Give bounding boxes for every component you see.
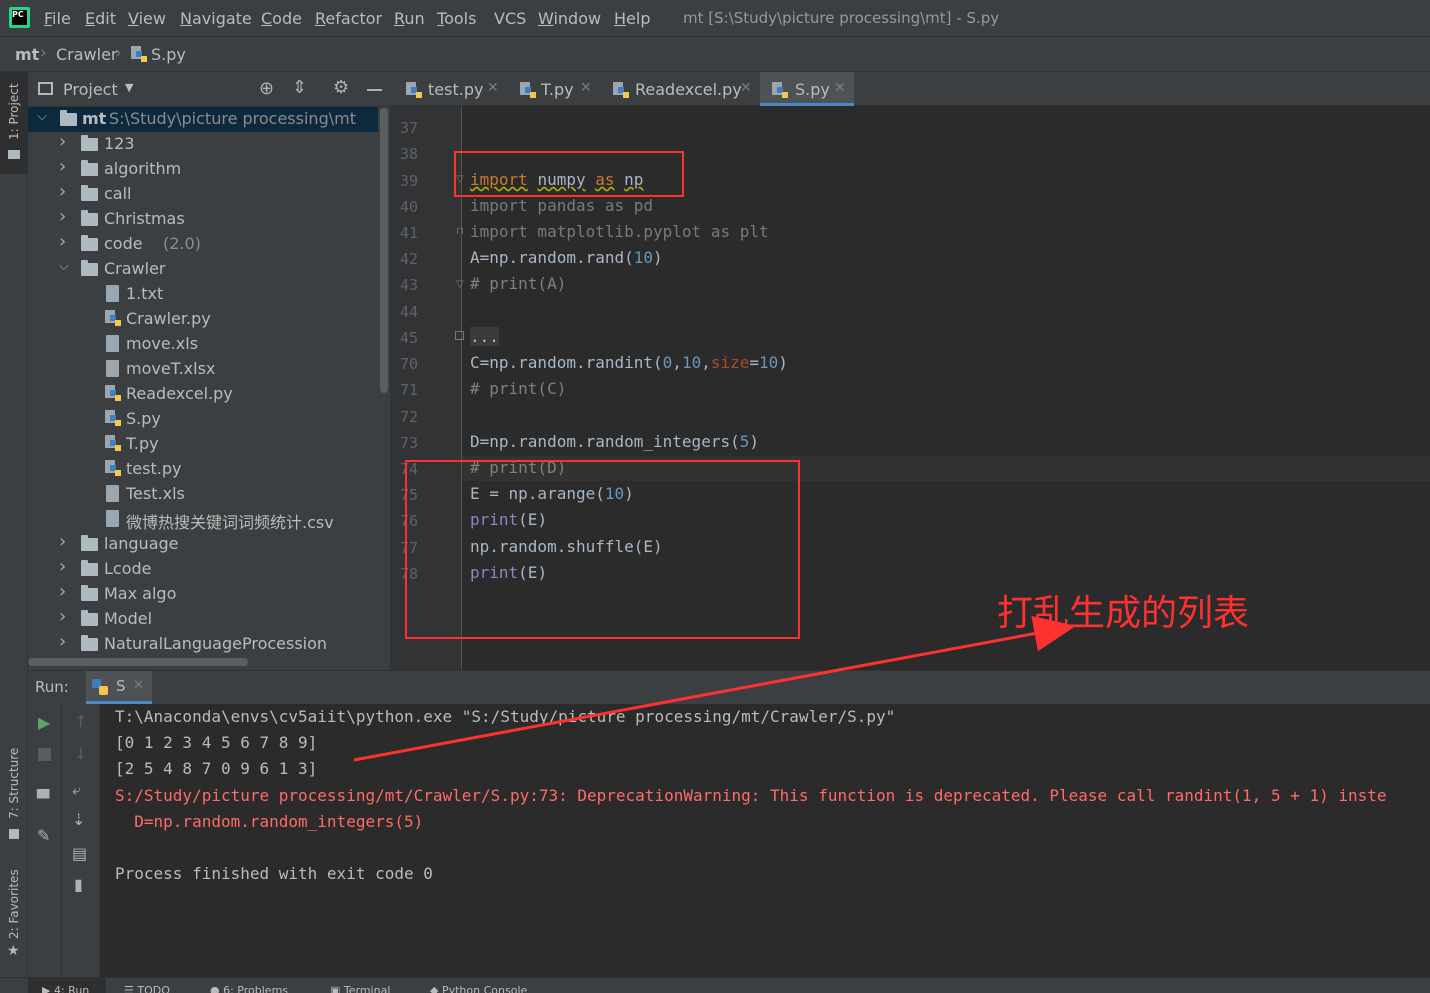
bottom-tab-problems[interactable]: ● 6: Problems	[210, 984, 288, 993]
bottom-tab-python-console[interactable]: ◆ Python Console	[430, 984, 527, 993]
bottom-tab-todo[interactable]: ☰ TODO	[124, 984, 170, 993]
annotation-arrow	[353, 615, 1076, 762]
bottom-tool-bar: ▶ 4: Run ☰ TODO ● 6: Problems ▣ Terminal…	[0, 977, 1430, 993]
bottom-tab-terminal[interactable]: ▣ Terminal	[330, 984, 390, 993]
annotation-label: 打乱生成的列表	[997, 593, 1250, 634]
bottom-tab-run[interactable]: ▶ 4: Run	[42, 984, 89, 993]
